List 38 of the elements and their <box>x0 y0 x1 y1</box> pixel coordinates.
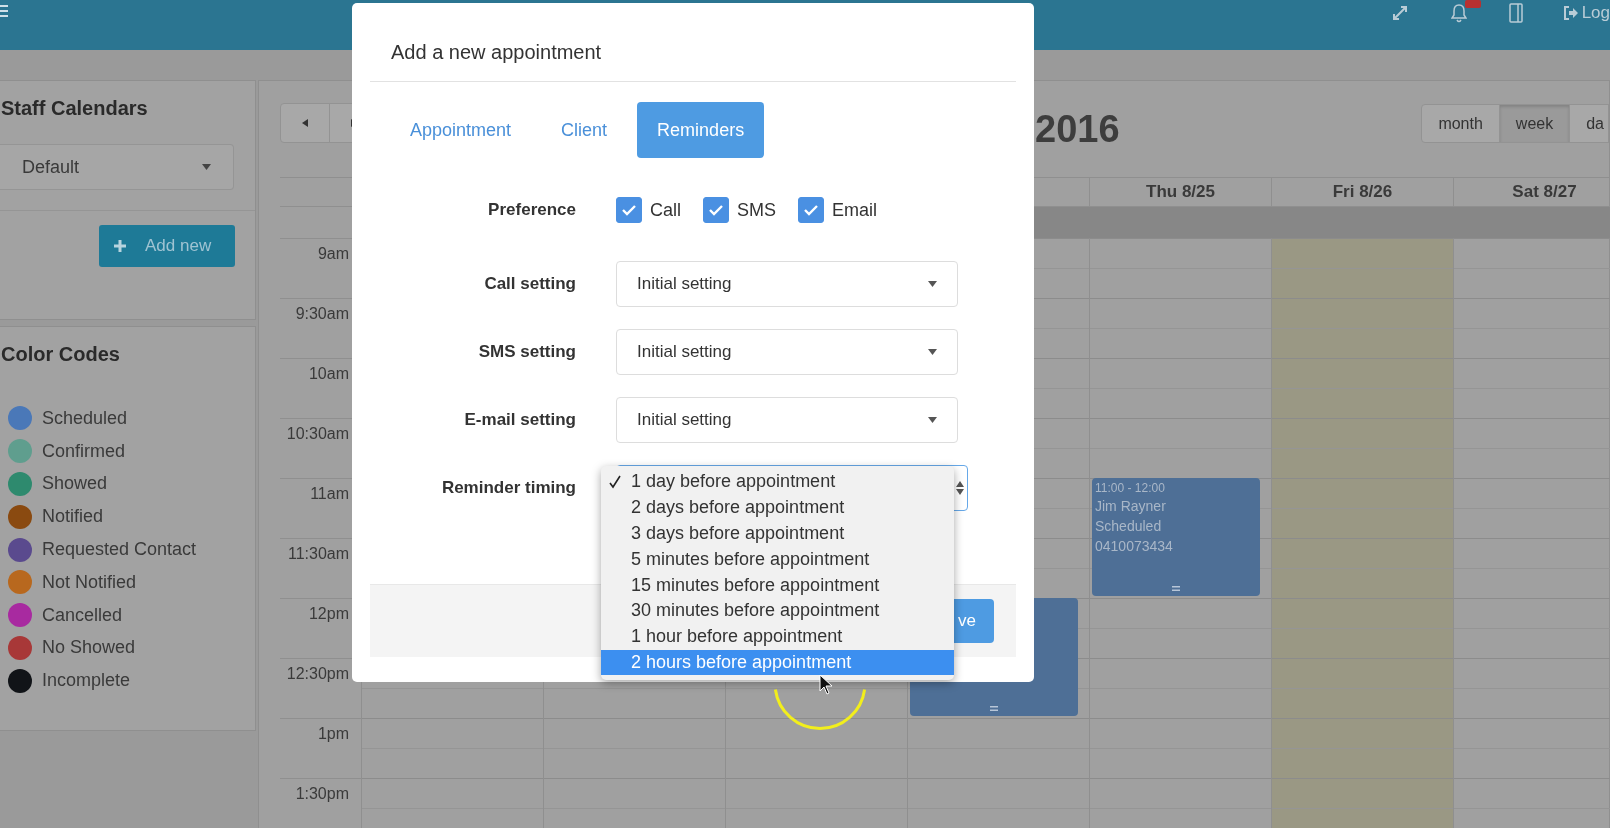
time-label: 11am <box>310 485 349 502</box>
status-label: Notified <box>42 506 104 528</box>
field-label: Call setting <box>483 274 576 294</box>
status-label: Not Notified <box>42 571 137 593</box>
day-header: Fri 8/26 <box>1332 182 1393 202</box>
field-label: Reminder timing <box>440 478 576 498</box>
time-label: 1:30pm <box>295 785 349 802</box>
checkbox-label: SMS <box>737 199 777 221</box>
checkbox-label: Email <box>832 199 878 221</box>
time-label: 1pm <box>317 725 349 742</box>
calendar-title: 2016 <box>1035 107 1120 149</box>
event-time: 11:00 - 12:00 <box>1095 480 1166 496</box>
field-label: SMS setting <box>477 342 576 362</box>
dialog-title: Add a new appointment <box>370 3 1016 82</box>
status-label: Requested Contact <box>42 539 197 561</box>
field-label: Preference <box>487 200 576 220</box>
day-header: Sat 8/27 <box>1512 182 1577 202</box>
time-label: 10:30am <box>286 425 349 442</box>
panel-title: Color Codes <box>0 343 121 366</box>
status-label: Scheduled <box>42 407 128 429</box>
time-label: 12pm <box>308 605 349 622</box>
checkbox-label: Call <box>650 199 681 221</box>
status-label: Showed <box>42 473 108 495</box>
status-label: Cancelled <box>42 604 123 626</box>
time-label: 12:30pm <box>286 665 349 682</box>
status-label: No Showed <box>42 637 136 659</box>
time-label: 11:30am <box>287 545 349 562</box>
panel-title: Staff Calendars <box>0 97 149 120</box>
event-text: Jim Rayner <box>1095 497 1167 516</box>
time-label: 9am <box>317 245 349 262</box>
event-text: Scheduled <box>1095 517 1163 536</box>
status-label: Incomplete <box>42 670 131 692</box>
time-label: 9:30am <box>295 305 349 322</box>
day-header: Thu 8/25 <box>1146 182 1215 202</box>
field-label: E-mail setting <box>463 410 576 430</box>
status-label: Confirmed <box>42 440 126 462</box>
event-text: 0410073434 <box>1095 537 1174 556</box>
time-label: 10am <box>308 365 349 382</box>
